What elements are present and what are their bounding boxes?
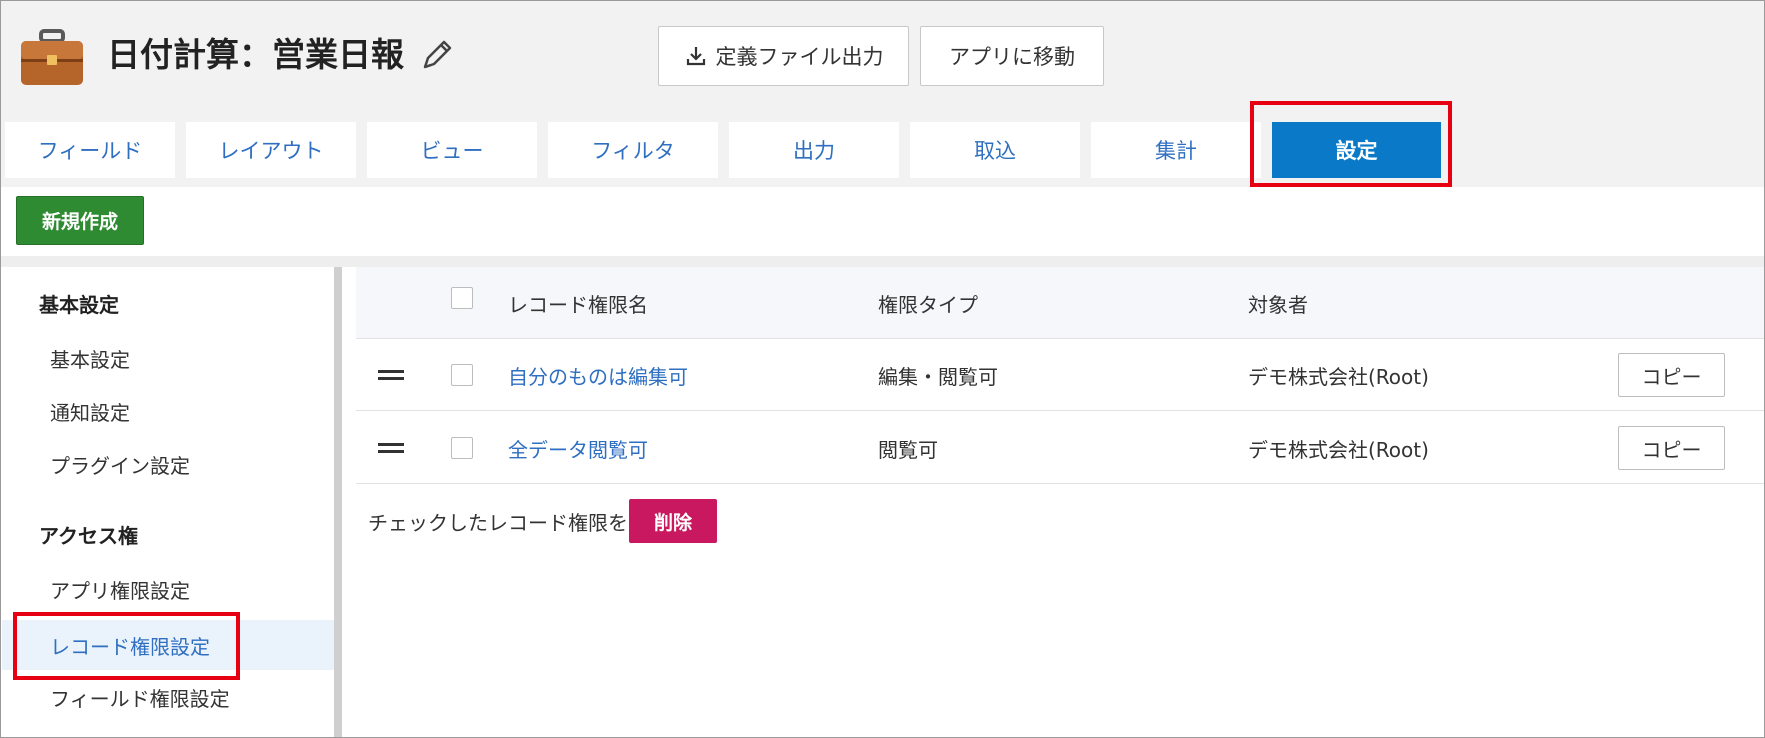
download-icon (686, 47, 705, 66)
tab-field[interactable]: フィールド (5, 122, 175, 178)
record-permission-name-link[interactable]: 全データ閲覧可 (508, 412, 648, 484)
column-header-type: 権限タイプ (878, 292, 978, 317)
pencil-icon[interactable] (419, 37, 455, 73)
briefcase-icon (21, 29, 83, 85)
row-checkbox[interactable] (451, 364, 473, 386)
tab-output[interactable]: 出力 (729, 122, 899, 178)
goto-app-button[interactable]: アプリに移動 (920, 26, 1104, 86)
permission-type: 閲覧可 (878, 437, 938, 462)
permission-type: 編集・閲覧可 (878, 364, 998, 389)
export-definition-label: 定義ファイル出力 (715, 45, 884, 69)
drag-handle-icon[interactable] (378, 339, 404, 411)
settings-tab-highlight-box (1250, 101, 1452, 187)
tab-import[interactable]: 取込 (910, 122, 1080, 178)
table-row: 全データ閲覧可 閲覧可 デモ株式会社(Root) コピー (356, 412, 1764, 484)
record-permission-name-link[interactable]: 自分のものは編集可 (508, 339, 688, 411)
copy-button[interactable]: コピー (1618, 353, 1725, 397)
tab-filter[interactable]: フィルタ (548, 122, 718, 178)
column-header-target: 対象者 (1248, 292, 1308, 317)
divider (1, 256, 1764, 267)
tab-view[interactable]: ビュー (367, 122, 537, 178)
column-header-name: レコード権限名 (508, 292, 648, 317)
permission-target: デモ株式会社(Root) (1248, 364, 1429, 389)
record-permission-table: レコード権限名 権限タイプ 対象者 自分のものは編集可 編集・閲覧可 デモ株式会… (356, 267, 1764, 737)
sidebar-item-plugin-settings[interactable]: プラグイン設定 (2, 439, 335, 489)
permission-target: デモ株式会社(Root) (1248, 437, 1429, 462)
select-all-checkbox[interactable] (451, 287, 473, 309)
drag-handle-icon[interactable] (378, 412, 404, 484)
sidebar-item-basic-settings[interactable]: 基本設定 (2, 333, 335, 383)
delete-button[interactable]: 削除 (629, 499, 717, 543)
bulk-action-label: チェックしたレコード権限を (368, 510, 628, 535)
tab-layout[interactable]: レイアウト (186, 122, 356, 178)
row-checkbox[interactable] (451, 437, 473, 459)
new-create-button[interactable]: 新規作成 (16, 196, 144, 245)
sidebar-scrollbar[interactable] (334, 267, 342, 737)
export-definition-button[interactable]: 定義ファイル出力 (658, 26, 909, 86)
sidebar-section-access: アクセス権 (39, 524, 138, 548)
record-permission-highlight-box (13, 612, 240, 680)
table-header: レコード権限名 権限タイプ 対象者 (356, 267, 1764, 339)
copy-button[interactable]: コピー (1618, 426, 1725, 470)
sidebar-item-notification-settings[interactable]: 通知設定 (2, 386, 335, 436)
sidebar-item-app-permission[interactable]: アプリ権限設定 (2, 564, 335, 614)
app-header: 日付計算：営業日報 定義ファイル出力 アプリに移動 フィールド レイアウト ビュ… (1, 1, 1764, 187)
tab-aggregate[interactable]: 集計 (1091, 122, 1261, 178)
toolbar: 新規作成 (1, 187, 1764, 256)
sidebar-section-basic: 基本設定 (39, 293, 119, 317)
page-title: 日付計算：営業日報 (107, 35, 404, 74)
table-row: 自分のものは編集可 編集・閲覧可 デモ株式会社(Root) コピー (356, 339, 1764, 411)
